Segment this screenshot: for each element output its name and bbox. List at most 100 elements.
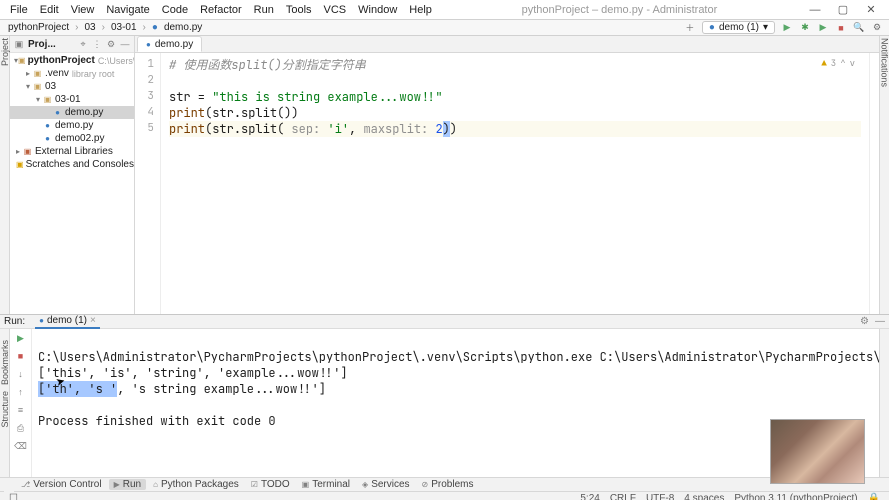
line-gutter: 1 2 3 4 5: [135, 53, 161, 314]
param-hint: maxsplit:: [363, 121, 435, 137]
line-num[interactable]: 2: [135, 73, 160, 89]
menu-run[interactable]: Run: [248, 2, 280, 18]
project-tree[interactable]: ▾▣pythonProjectC:\Users\Adm ▸▣.venvlibra…: [10, 53, 134, 314]
tool-todo[interactable]: ☑TODO: [246, 479, 295, 490]
tool-run[interactable]: ▶Run: [109, 479, 147, 490]
menu-refactor[interactable]: Refactor: [194, 2, 248, 18]
tool-version-control[interactable]: ⎇Version Control: [16, 479, 107, 490]
hide-run-icon[interactable]: ―: [875, 316, 885, 327]
scroll-end-icon[interactable]: ↓: [15, 368, 27, 380]
main-area: Project ▣ Proj... ⌖ ⋮ ⚙ ― ▾▣pythonProjec…: [0, 36, 889, 314]
tree-file-demo[interactable]: ●demo.py: [10, 106, 134, 119]
tool-problems[interactable]: ⊘Problems: [417, 479, 479, 490]
line-num[interactable]: 3: [135, 89, 160, 105]
menu-view[interactable]: View: [65, 2, 101, 18]
run-config-selector[interactable]: ● demo (1) ▾: [702, 21, 775, 34]
structure-tool-button[interactable]: Structure: [0, 391, 10, 428]
status-left-icon[interactable]: ☐: [4, 493, 23, 500]
tree-scratches[interactable]: ▣Scratches and Consoles: [10, 158, 134, 171]
add-config-icon[interactable]: ＋: [684, 22, 696, 34]
coverage-button[interactable]: ▶: [817, 22, 829, 34]
editor-tab-demo[interactable]: ● demo.py: [137, 36, 202, 52]
status-encoding[interactable]: UTF-8: [641, 493, 679, 500]
next-highlight-icon[interactable]: v: [850, 55, 855, 71]
prev-highlight-icon[interactable]: ^: [840, 55, 845, 71]
line-num[interactable]: 1: [135, 57, 160, 73]
tab-label: demo.py: [155, 39, 193, 50]
notifications-tool-button[interactable]: Notifications: [880, 38, 889, 87]
crumb-project[interactable]: pythonProject: [6, 22, 71, 33]
code-text: print: [169, 121, 205, 137]
stop-run-button[interactable]: ■: [15, 350, 27, 362]
warning-icon: ▲: [821, 55, 826, 71]
project-tool-button[interactable]: Project: [0, 38, 10, 66]
status-line-sep[interactable]: CRLF: [605, 493, 641, 500]
code-text: (str.split()): [205, 105, 299, 121]
status-lock-icon[interactable]: 🔒: [863, 493, 885, 500]
menu-code[interactable]: Code: [156, 2, 194, 18]
expand-all-icon[interactable]: ⋮: [92, 39, 102, 50]
code-editor[interactable]: ▲3 ^ v # 使用函数split()分割指定字符串 str = "this …: [161, 53, 869, 314]
crumb-folder-0301[interactable]: 03-01: [109, 22, 139, 33]
tree-file-demo2[interactable]: ●demo.py: [10, 119, 134, 132]
collapse-icon[interactable]: ⚙: [106, 39, 116, 50]
bottom-tool-bar: ⎇Version Control ▶Run ⌂Python Packages ☑…: [0, 477, 889, 491]
up-stack-icon[interactable]: ↑: [15, 386, 27, 398]
debug-button[interactable]: ✱: [799, 22, 811, 34]
crumb-folder-03[interactable]: 03: [83, 22, 98, 33]
project-panel: ▣ Proj... ⌖ ⋮ ⚙ ― ▾▣pythonProjectC:\User…: [10, 36, 135, 314]
tree-file-demo02[interactable]: ●demo02.py: [10, 132, 134, 145]
menu-edit[interactable]: Edit: [34, 2, 65, 18]
status-cursor-pos[interactable]: 5:24: [575, 493, 604, 500]
error-stripe[interactable]: [869, 53, 879, 314]
print-icon[interactable]: ⎙: [15, 422, 27, 434]
tool-terminal[interactable]: ▣Terminal: [297, 479, 355, 490]
bottom-left-corner: [4, 478, 14, 492]
menu-tools[interactable]: Tools: [280, 2, 318, 18]
close-tab-icon[interactable]: ×: [90, 315, 96, 326]
left-stripe-lower: Bookmarks Structure: [0, 340, 10, 428]
run-tab[interactable]: ● demo (1) ×: [35, 315, 100, 329]
menu-window[interactable]: Window: [352, 2, 403, 18]
right-stripe-bottom: [879, 329, 889, 477]
select-opened-icon[interactable]: ⌖: [78, 39, 88, 50]
rerun-button[interactable]: ▶: [15, 332, 27, 344]
status-interpreter[interactable]: Python 3.11 (pythonProject): [729, 493, 862, 500]
status-indent[interactable]: 4 spaces: [679, 493, 729, 500]
line-num[interactable]: 5: [135, 121, 160, 137]
settings-icon[interactable]: ⚙: [871, 22, 883, 34]
crumb-file[interactable]: demo.py: [162, 22, 204, 33]
close-button[interactable]: ✕: [857, 1, 885, 19]
webcam-overlay: [770, 419, 865, 484]
run-settings-icon[interactable]: ⚙: [860, 316, 869, 327]
python-file-icon: ●: [146, 40, 151, 49]
tool-services[interactable]: ◈Services: [357, 479, 415, 490]
run-tool-header: Run: ● demo (1) × ⚙ ―: [0, 315, 889, 329]
stop-button[interactable]: ■: [835, 22, 847, 34]
services-icon: ◈: [362, 480, 368, 489]
maximize-button[interactable]: ▢: [829, 1, 857, 19]
menu-help[interactable]: Help: [403, 2, 438, 18]
hide-panel-icon[interactable]: ―: [120, 39, 130, 49]
tree-external-libs[interactable]: ▸▣External Libraries: [10, 145, 134, 158]
run-console[interactable]: C:\Users\Administrator\PycharmProjects\p…: [32, 329, 879, 477]
minimize-button[interactable]: ―: [801, 1, 829, 19]
tree-venv[interactable]: ▸▣.venvlibrary root: [10, 67, 134, 80]
tree-folder-0301[interactable]: ▾▣03-01: [10, 93, 134, 106]
line-num[interactable]: 4: [135, 105, 160, 121]
run-tool-window: Run: ● demo (1) × ⚙ ― ▶ ■ ↓ ↑ ≡ ⎙ ⌫ C:\U…: [0, 314, 889, 477]
code-text: (str.split(: [205, 121, 291, 137]
code-text: ): [443, 121, 450, 137]
inspection-widget[interactable]: ▲3 ^ v: [821, 55, 855, 71]
soft-wrap-icon[interactable]: ≡: [15, 404, 27, 416]
search-icon[interactable]: 🔍: [853, 22, 865, 34]
menu-navigate[interactable]: Navigate: [100, 2, 155, 18]
menu-vcs[interactable]: VCS: [318, 2, 353, 18]
tree-folder-03[interactable]: ▾▣03: [10, 80, 134, 93]
clear-icon[interactable]: ⌫: [15, 440, 27, 452]
menu-file[interactable]: File: [4, 2, 34, 18]
run-button[interactable]: ▶: [781, 22, 793, 34]
bookmarks-tool-button[interactable]: Bookmarks: [0, 340, 10, 385]
tree-root[interactable]: ▾▣pythonProjectC:\Users\Adm: [10, 54, 134, 67]
tool-python-packages[interactable]: ⌂Python Packages: [148, 479, 244, 490]
